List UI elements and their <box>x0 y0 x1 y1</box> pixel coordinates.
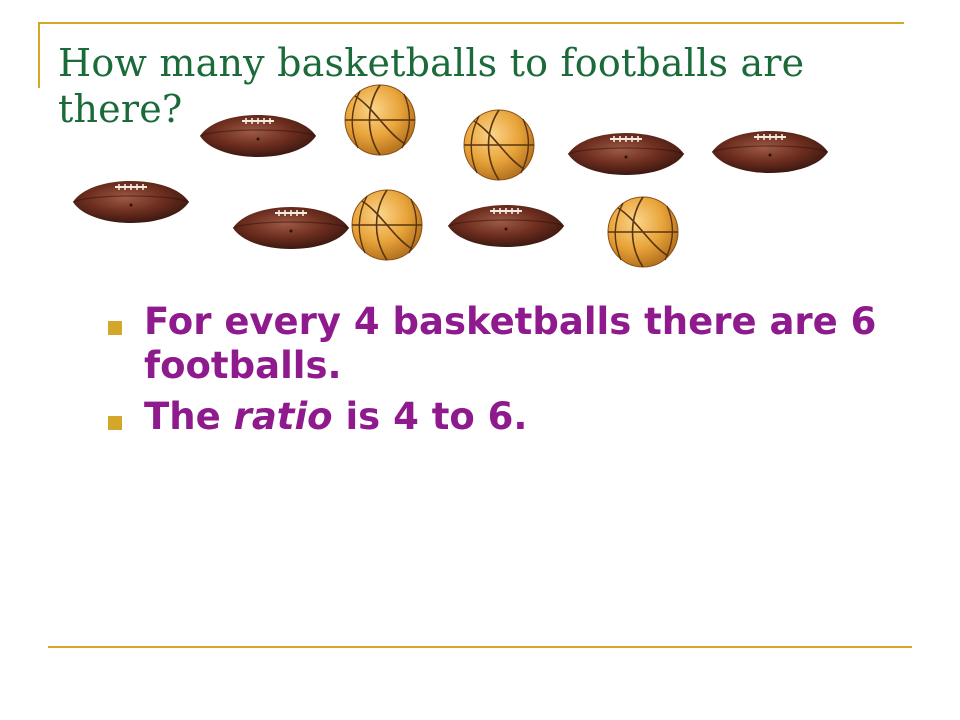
football-icon <box>72 180 190 224</box>
basketball-icon <box>463 109 535 181</box>
football-icon <box>711 130 829 174</box>
basketball-icon <box>344 84 416 156</box>
bullet-text-end: is 4 to 6. <box>345 395 528 439</box>
football-icon <box>232 206 350 250</box>
football-icon <box>199 114 317 158</box>
football-icon <box>447 204 565 248</box>
bullet-text-start: The <box>144 395 221 439</box>
bullet-list: For every 4 basketballs there are 6 foot… <box>108 300 888 447</box>
sports-balls-illustration <box>72 84 829 268</box>
bullet-square-icon <box>108 321 122 335</box>
bullet-emphasis: ratio <box>233 395 333 439</box>
bullet-text: For every 4 basketballs there are 6 foot… <box>144 300 877 387</box>
basketball-icon <box>607 196 679 268</box>
bullet-item: The ratio is 4 to 6. <box>108 395 888 439</box>
basketball-icon <box>351 189 423 261</box>
slide-frame-bottom-line <box>48 646 912 648</box>
football-icon <box>567 132 685 176</box>
bullet-item: For every 4 basketballs there are 6 foot… <box>108 300 888 387</box>
bullet-square-icon <box>108 416 122 431</box>
